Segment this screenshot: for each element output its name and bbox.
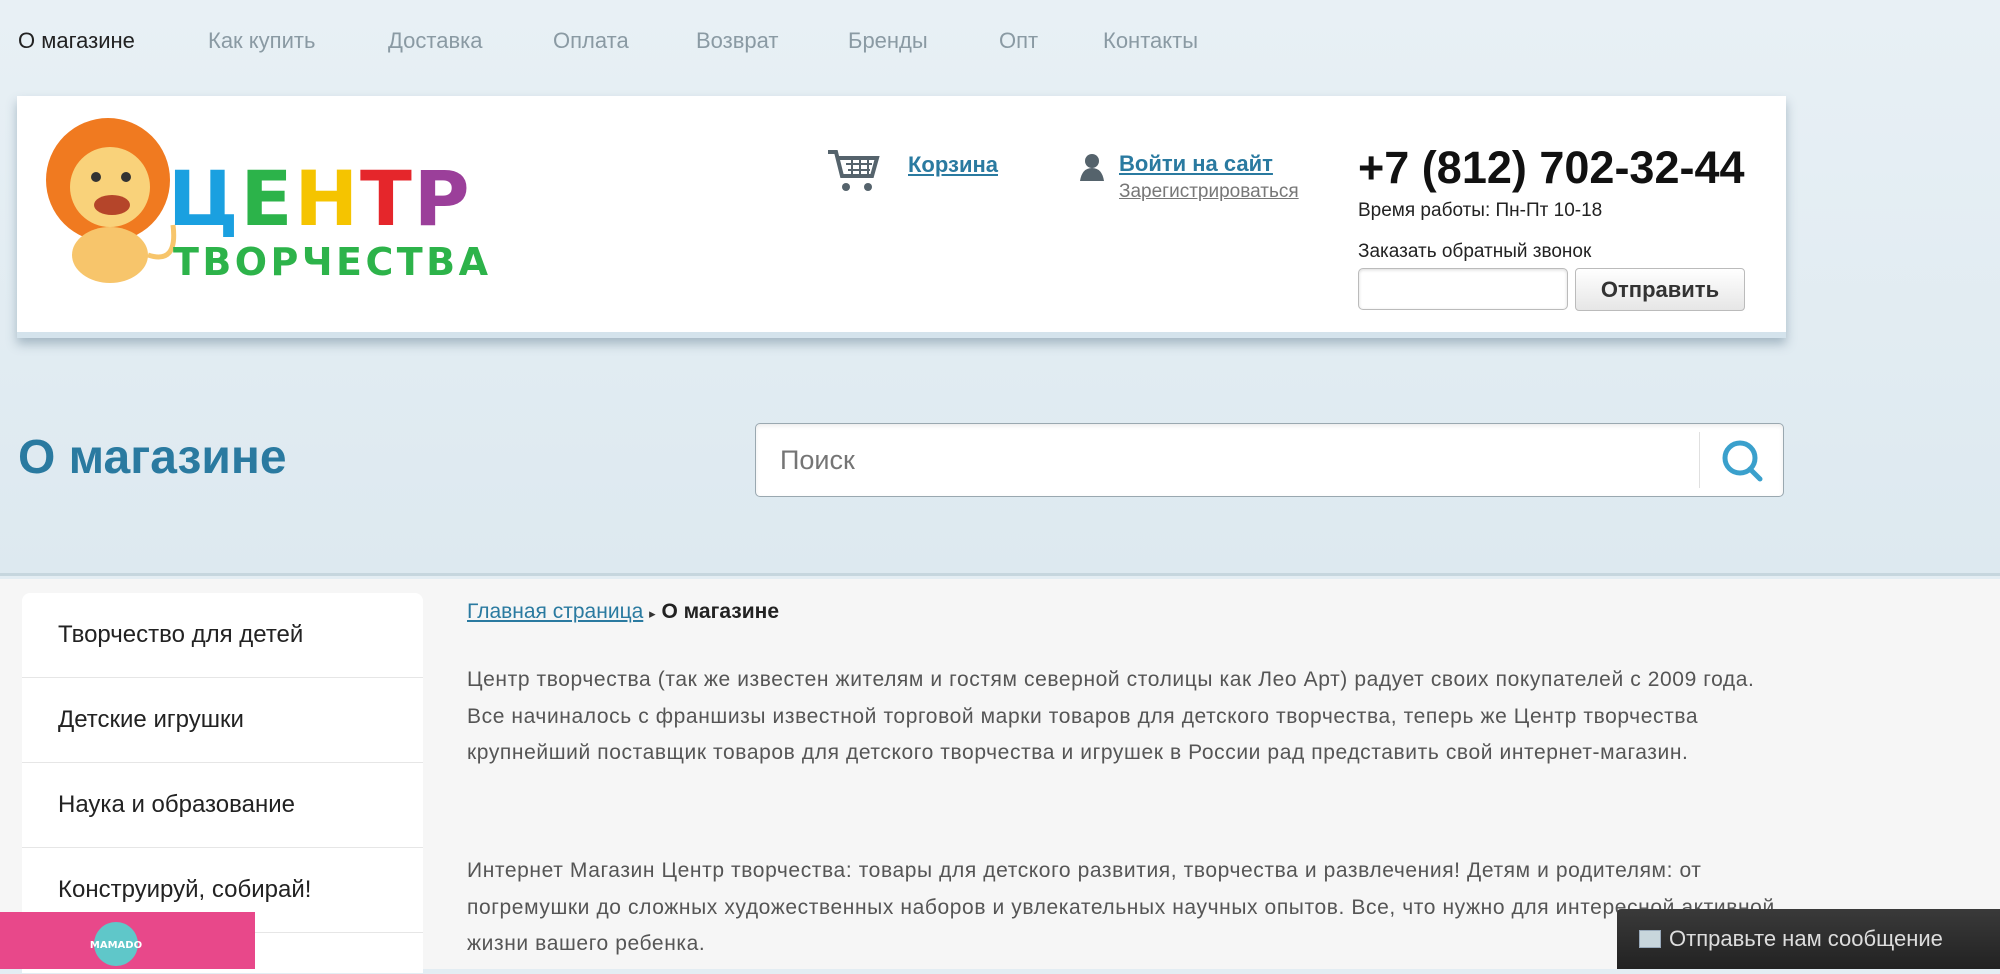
send-message-label: Отправьте нам сообщение bbox=[1669, 926, 1943, 951]
about-paragraph-2: Интернет Магазин Центр творчества: товар… bbox=[467, 859, 1775, 956]
send-message-button[interactable]: Отправьте нам сообщение bbox=[1617, 909, 2000, 969]
breadcrumb: Главная страница ▸ О магазине bbox=[467, 600, 779, 624]
phone-number: +7 (812) 702-32-44 bbox=[1358, 142, 1745, 193]
login-link[interactable]: Войти на сайт bbox=[1119, 151, 1273, 177]
envelope-icon bbox=[1639, 930, 1661, 948]
callback-label: Заказать обратный звонок bbox=[1358, 241, 1592, 262]
breadcrumb-current: О магазине bbox=[661, 600, 780, 623]
logo[interactable]: ЦЕНТР ТВОРЧЕСТВА bbox=[38, 115, 498, 285]
nav-how-to-buy[interactable]: Как купить bbox=[208, 28, 315, 54]
nav-about[interactable]: О магазине bbox=[18, 28, 135, 54]
svg-text:ЦЕНТР: ЦЕНТР bbox=[168, 154, 472, 243]
sidebar-item-science[interactable]: Наука и образование bbox=[22, 763, 423, 848]
callback-send-button[interactable]: Отправить bbox=[1575, 268, 1745, 311]
mamado-widget[interactable]: MAMADO bbox=[0, 912, 255, 969]
register-link[interactable]: Зарегистрироваться bbox=[1119, 181, 1299, 203]
nav-returns[interactable]: Возврат bbox=[696, 28, 779, 54]
breadcrumb-separator: ▸ bbox=[649, 606, 656, 621]
nav-wholesale[interactable]: Опт bbox=[999, 28, 1038, 54]
page-title: О магазине bbox=[18, 431, 287, 484]
mamado-logo-icon: MAMADO bbox=[90, 922, 142, 966]
search-box bbox=[755, 423, 1784, 497]
lion-logo-icon: ЦЕНТР ТВОРЧЕСТВА bbox=[46, 118, 489, 284]
search-button[interactable] bbox=[1699, 432, 1783, 488]
about-paragraph-1: Центр творчества (так же известен жителя… bbox=[467, 668, 1755, 765]
svg-text:MAMADO: MAMADO bbox=[90, 940, 142, 951]
user-icon bbox=[1080, 154, 1104, 181]
nav-contacts[interactable]: Контакты bbox=[1103, 28, 1198, 54]
cart-link[interactable]: Корзина bbox=[908, 152, 998, 178]
callback-phone-input[interactable] bbox=[1358, 268, 1568, 310]
nav-payment[interactable]: Оплата bbox=[553, 28, 629, 54]
nav-brands[interactable]: Бренды bbox=[848, 28, 928, 54]
cart-icon[interactable] bbox=[826, 148, 882, 194]
sidebar-item-creativity[interactable]: Творчество для детей bbox=[22, 593, 423, 678]
sidebar-item-toys[interactable]: Детские игрушки bbox=[22, 678, 423, 763]
search-icon bbox=[1722, 440, 1763, 482]
breadcrumb-home[interactable]: Главная страница bbox=[467, 600, 643, 623]
nav-delivery[interactable]: Доставка bbox=[388, 28, 482, 54]
search-input[interactable] bbox=[780, 424, 1680, 496]
working-hours: Время работы: Пн-Пт 10-18 bbox=[1358, 200, 1603, 221]
svg-text:ТВОРЧЕСТВА: ТВОРЧЕСТВА bbox=[173, 240, 489, 284]
